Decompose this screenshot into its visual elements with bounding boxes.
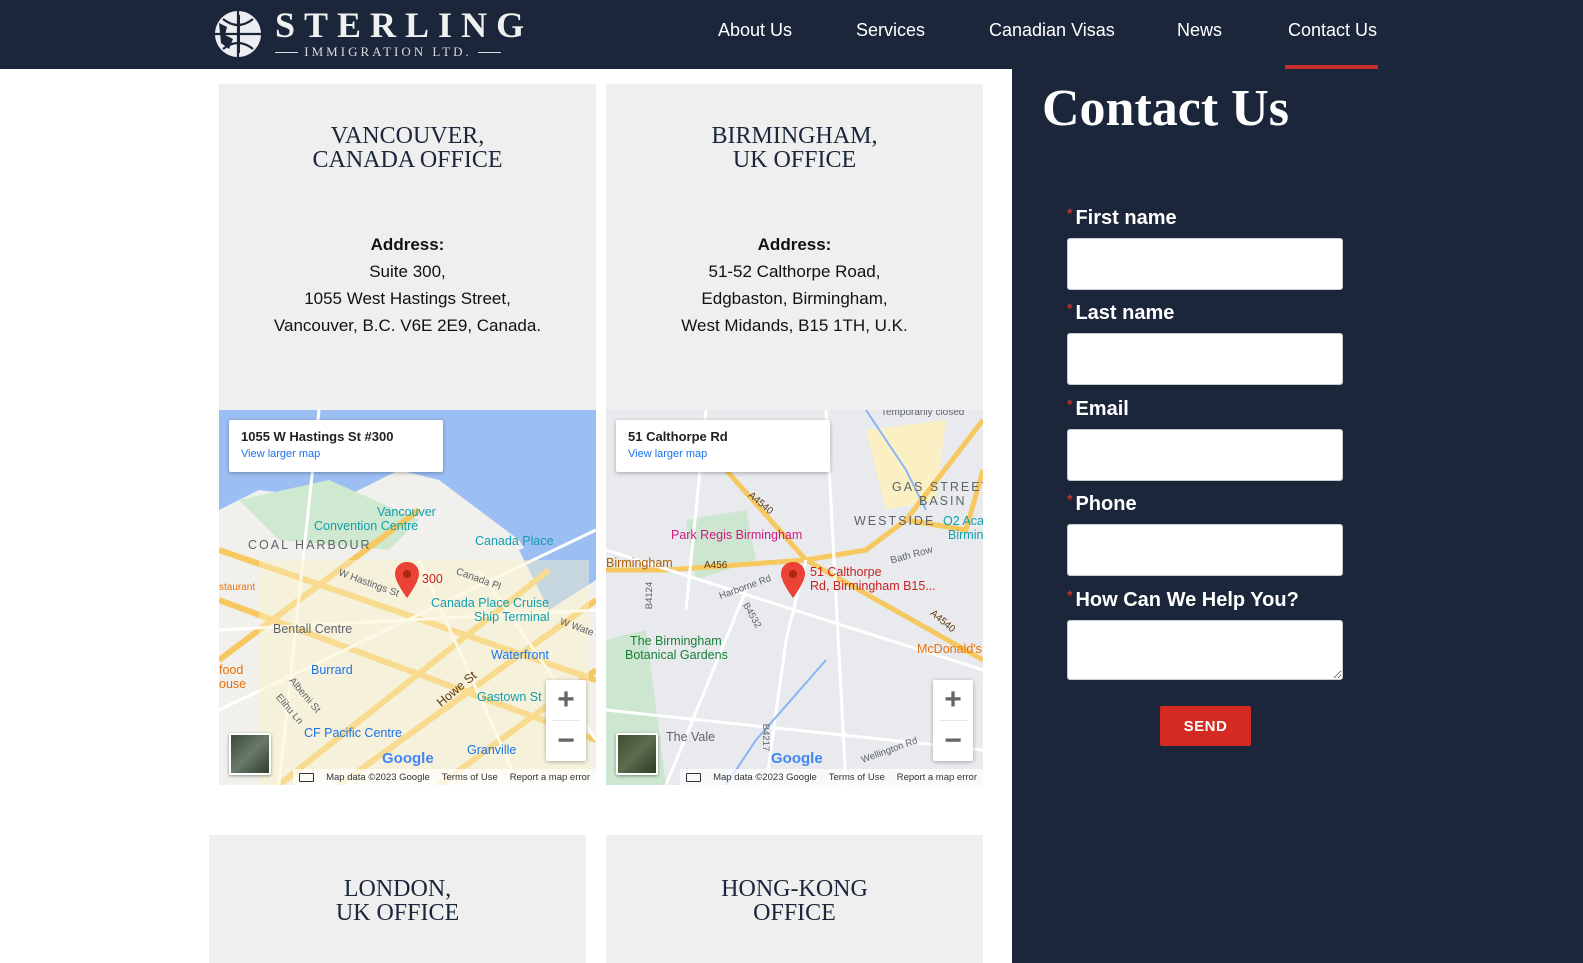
map-label: B4217	[760, 723, 772, 752]
office-card-birmingham: BIRMINGHAM, UK OFFICE Address: 51-52 Calt…	[606, 84, 983, 410]
zoom-in-button[interactable]: +	[546, 680, 586, 720]
map-data-text: Map data ©2023 Google	[713, 771, 817, 783]
map-vancouver[interactable]: 300 Vancouver Convention Centre COAL HAR…	[219, 410, 596, 785]
map-label: McDonald's	[917, 642, 982, 656]
terms-of-use-link[interactable]: Terms of Use	[442, 772, 498, 783]
map-label: Botanical Gardens	[625, 648, 728, 662]
map-label: A456	[704, 560, 728, 571]
map-pin-icon[interactable]	[781, 562, 805, 598]
map-pin-label: Rd, Birmingham B15...	[810, 579, 936, 593]
map-attribution: Map data ©2023 Google Terms of Use Repor…	[293, 769, 596, 785]
view-larger-map-link[interactable]: View larger map	[241, 448, 431, 460]
map-info-card: 1055 W Hastings St #300 View larger map	[229, 420, 443, 472]
map-label: ouse	[219, 677, 247, 691]
map-label: O2 Aca	[943, 514, 983, 528]
contact-title: Contact Us	[1042, 80, 1289, 137]
map-label: CF Pacific Centre	[304, 726, 402, 740]
first-name-input[interactable]	[1067, 238, 1343, 290]
send-button[interactable]: SEND	[1160, 706, 1251, 746]
report-map-error-link[interactable]: Report a map error	[510, 772, 590, 783]
office-address: Address: Suite 300, 1055 West Hastings S…	[273, 235, 542, 335]
office-address: Address: 51-52 Calthorpe Road, Edgbaston…	[681, 235, 908, 335]
map-label: The Birmingham	[630, 634, 722, 648]
map-label: BASIN	[919, 494, 967, 508]
office-title: BIRMINGHAM, UK OFFICE	[711, 123, 878, 173]
office-card-vancouver: VANCOUVER, CANADA OFFICE Address: Suite 3…	[219, 84, 596, 410]
nav-contact-us[interactable]: Contact Us	[1288, 20, 1377, 41]
first-name-label: * First name	[1067, 205, 1177, 229]
phone-label: * Phone	[1067, 491, 1137, 515]
map-label: Canada Place Cruise	[431, 596, 550, 610]
top-navbar: STERLING IMMIGRATION LTD. About Us Servi…	[0, 0, 1583, 69]
satellite-toggle-button[interactable]	[229, 733, 271, 775]
map-label: Bentall Centre	[273, 622, 353, 636]
map-info-card: 51 Calthorpe Rd View larger map	[616, 420, 830, 472]
map-data-text: Map data ©2023 Google	[326, 771, 430, 783]
map-zoom-control: + −	[933, 680, 973, 761]
map-label: Park Regis Birmingham	[671, 528, 803, 542]
zoom-out-button[interactable]: −	[933, 721, 973, 761]
map-label: Birmingham	[606, 556, 673, 570]
map-label: Birmin	[948, 528, 983, 542]
map-label: Burrard	[311, 663, 353, 677]
keyboard-shortcuts-icon[interactable]	[299, 772, 315, 782]
map-label: Canada Place	[475, 534, 554, 548]
map-label: COAL HARBOUR	[248, 538, 372, 552]
office-card-london: LONDON, UK OFFICE	[209, 835, 586, 963]
last-name-label: * Last name	[1067, 300, 1175, 324]
map-label: food	[219, 663, 244, 677]
globe-maple-icon	[215, 11, 261, 57]
map-label: The Vale	[666, 730, 716, 744]
email-input[interactable]	[1067, 429, 1343, 481]
map-place-name: 1055 W Hastings St #300	[241, 429, 394, 444]
map-label: GAS STREET	[892, 480, 983, 494]
map-birmingham[interactable]: 51 Calthorpe Rd, Birmingham B15... Tempo…	[606, 410, 983, 785]
map-label: B4124	[644, 581, 656, 610]
view-larger-map-link[interactable]: View larger map	[628, 448, 818, 460]
nav-news[interactable]: News	[1177, 20, 1222, 41]
report-map-error-link[interactable]: Report a map error	[897, 772, 977, 783]
brand-name: STERLING	[275, 5, 534, 45]
phone-input[interactable]	[1067, 524, 1343, 576]
map-label: Temporarily closed	[881, 410, 965, 418]
map-label: Vancouver	[377, 505, 436, 519]
map-pin-label: 51 Calthorpe	[810, 565, 882, 579]
zoom-out-button[interactable]: −	[546, 721, 586, 761]
office-title: HONG-KONG OFFICE	[721, 876, 868, 926]
keyboard-shortcuts-icon[interactable]	[686, 772, 702, 782]
office-title: VANCOUVER, CANADA OFFICE	[312, 123, 503, 173]
brand-logo[interactable]: STERLING IMMIGRATION LTD.	[213, 6, 524, 62]
zoom-in-button[interactable]: +	[933, 680, 973, 720]
map-place-name: 51 Calthorpe Rd	[628, 429, 728, 444]
map-attribution: Map data ©2023 Google Terms of Use Repor…	[680, 769, 983, 785]
map-label: Gastown St	[477, 690, 542, 704]
help-message-textarea[interactable]	[1067, 620, 1343, 680]
nav-canadian-visas[interactable]: Canadian Visas	[989, 20, 1115, 41]
nav-services[interactable]: Services	[856, 20, 925, 41]
map-label: Waterfront	[491, 648, 549, 662]
google-logo: Google	[382, 750, 434, 767]
map-zoom-control: + −	[546, 680, 586, 761]
map-label: Convention Centre	[314, 519, 419, 533]
help-message-label: * How Can We Help You?	[1067, 587, 1299, 611]
google-logo: Google	[771, 750, 823, 767]
map-pin-label: 300	[422, 572, 443, 586]
map-label: WESTSIDE	[854, 514, 936, 528]
nav-about-us[interactable]: About Us	[718, 20, 792, 41]
office-card-hong-kong: HONG-KONG OFFICE	[606, 835, 983, 963]
last-name-input[interactable]	[1067, 333, 1343, 385]
brand-tagline: IMMIGRATION LTD.	[275, 44, 501, 60]
email-label: * Email	[1067, 396, 1129, 420]
terms-of-use-link[interactable]: Terms of Use	[829, 772, 885, 783]
office-title: LONDON, UK OFFICE	[335, 876, 460, 926]
map-label: staurant	[219, 582, 256, 593]
contact-sidebar: Contact Us * First name * Last name * Email…	[1012, 69, 1583, 963]
map-label: Granville	[467, 743, 517, 757]
satellite-toggle-button[interactable]	[616, 733, 658, 775]
map-label: Ship Terminal	[474, 610, 550, 624]
